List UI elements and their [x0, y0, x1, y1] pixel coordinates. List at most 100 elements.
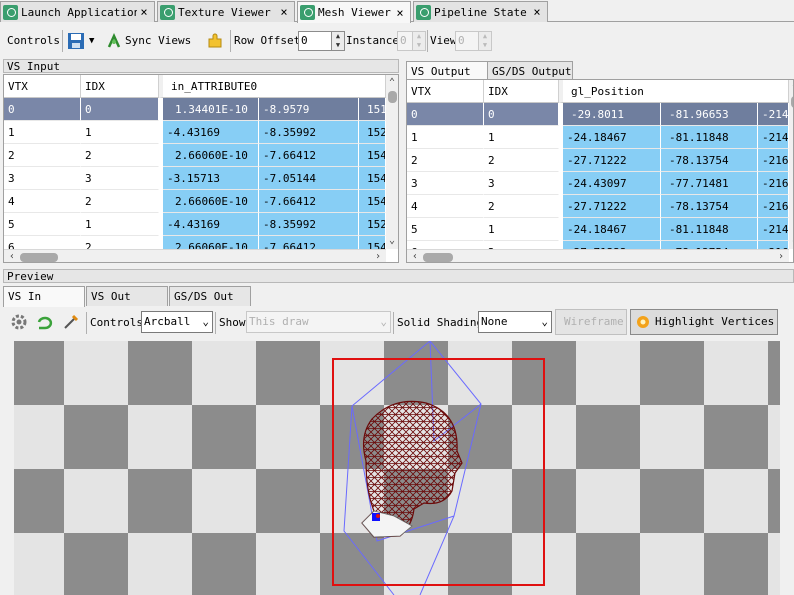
- vtx-cell: 0: [4, 98, 81, 121]
- table-row[interactable]: 1 1 -24.18467 -81.11848 -214: [407, 126, 789, 149]
- column-header[interactable]: in_ATTRIBUTE0: [159, 75, 386, 98]
- table-row[interactable]: 2 2 2.66060E-10 -7.66412 154: [4, 144, 386, 167]
- tab-label: Texture Viewer: [178, 5, 271, 19]
- scroll-up-icon[interactable]: ⌃: [789, 82, 793, 94]
- view-input[interactable]: 0: [455, 31, 479, 51]
- value-cell: 154: [359, 167, 386, 190]
- table-row[interactable]: 5 1 -4.43169 -8.35992 152: [4, 213, 386, 236]
- close-icon[interactable]: ×: [137, 5, 151, 19]
- toolbar-separator: [215, 312, 216, 334]
- tab-texture-viewer[interactable]: Texture Viewer ×: [157, 1, 295, 22]
- column-header[interactable]: IDX: [484, 80, 559, 103]
- scroll-left-icon[interactable]: ‹: [6, 251, 18, 262]
- tab-mesh-viewer[interactable]: Mesh Viewer ×: [297, 1, 411, 23]
- idx-cell: 1: [81, 213, 159, 236]
- table-row[interactable]: 3 3 -24.43097 -77.71481 -216: [407, 172, 789, 195]
- picker-icon[interactable]: [62, 313, 80, 331]
- vertical-scrollbar[interactable]: ⌃ ⌄: [789, 80, 793, 249]
- scrollbar-thumb[interactable]: [388, 91, 397, 103]
- preview-title: Preview: [3, 269, 794, 283]
- vtx-cell: 2: [407, 149, 484, 172]
- value-cell: 152: [359, 213, 386, 236]
- scroll-down-icon[interactable]: ⌄: [789, 235, 793, 247]
- preview-controls-label: Controls: [90, 316, 143, 329]
- save-icon[interactable]: [66, 31, 86, 51]
- chevron-down-icon: ⌄: [541, 315, 548, 328]
- tab-gsds-out[interactable]: GS/DS Out: [169, 286, 251, 306]
- horizontal-scrollbar[interactable]: ‹ ›: [407, 249, 789, 262]
- close-icon[interactable]: ×: [277, 5, 291, 19]
- tab-vs-out[interactable]: VS Out: [86, 286, 168, 306]
- column-header[interactable]: VTX: [407, 80, 484, 103]
- vs-output-table: VTX IDX gl_Position 0 0 -29.8011 -81.966…: [406, 79, 794, 263]
- vtx-cell: 1: [4, 121, 81, 144]
- table-row[interactable]: 2 2 -27.71222 -78.13754 -216: [407, 149, 789, 172]
- puzzle-icon[interactable]: [206, 32, 224, 50]
- table-row[interactable]: 3 3 -3.15713 -7.05144 154: [4, 167, 386, 190]
- idx-cell: 0: [484, 103, 559, 126]
- tab-launch-application[interactable]: Launch Application ×: [0, 1, 155, 22]
- scroll-right-icon[interactable]: ›: [372, 251, 384, 262]
- show-select[interactable]: This draw ⌄: [246, 311, 391, 333]
- tab-pipeline-state[interactable]: Pipeline State ×: [413, 1, 548, 22]
- scroll-down-icon[interactable]: ⌄: [386, 235, 398, 247]
- toolbar-separator: [62, 30, 63, 52]
- scroll-right-icon[interactable]: ›: [775, 251, 787, 262]
- tab-label: Mesh Viewer: [318, 6, 391, 19]
- table-row[interactable]: 5 1 -24.18467 -81.11848 -214: [407, 218, 789, 241]
- table-row[interactable]: 1 1 -4.43169 -8.35992 152: [4, 121, 386, 144]
- highlight-vertices-button[interactable]: Highlight Vertices: [630, 309, 778, 335]
- column-header[interactable]: gl_Position: [559, 80, 789, 103]
- value-cell: 154: [359, 190, 386, 213]
- value-cell: -214: [758, 126, 789, 149]
- value-cell: -24.43097: [563, 172, 661, 195]
- controls-select[interactable]: Arcball ⌄: [141, 311, 213, 333]
- value-cell: -4.43169: [163, 213, 259, 236]
- sync-views-button[interactable]: Sync Views: [125, 27, 191, 55]
- view-stepper[interactable]: ▲ ▼: [478, 31, 492, 51]
- tab-vs-in[interactable]: VS In: [3, 286, 85, 307]
- table-row[interactable]: 0 0 1.34401E-10 -8.9579 151: [4, 98, 386, 121]
- mesh-preview-viewport[interactable]: [14, 341, 794, 595]
- gear-icon[interactable]: [10, 313, 28, 331]
- scroll-left-icon[interactable]: ‹: [409, 251, 421, 262]
- table-row[interactable]: 4 2 -27.71222 -78.13754 -216: [407, 195, 789, 218]
- vtx-cell: 4: [4, 190, 81, 213]
- vtx-cell: 5: [4, 213, 81, 236]
- toolbar-separator: [427, 30, 428, 52]
- close-icon[interactable]: ×: [393, 6, 407, 20]
- idx-cell: 0: [81, 98, 159, 121]
- column-header[interactable]: IDX: [81, 75, 159, 98]
- row-offset-stepper[interactable]: ▲ ▼: [331, 31, 345, 51]
- scrollbar-thumb[interactable]: [423, 253, 453, 262]
- column-header[interactable]: VTX: [4, 75, 81, 98]
- value-cell: -7.66412: [259, 190, 359, 213]
- instance-stepper[interactable]: ▲ ▼: [412, 31, 426, 51]
- table-row[interactable]: 4 2 2.66060E-10 -7.66412 154: [4, 190, 386, 213]
- row-offset-input[interactable]: 0: [298, 31, 332, 51]
- table-row[interactable]: 0 0 -29.8011 -81.96653 -214: [407, 103, 789, 126]
- value-cell: -24.18467: [563, 218, 661, 241]
- wireframe-button[interactable]: Wireframe: [555, 309, 627, 335]
- scrollbar-thumb[interactable]: [20, 253, 58, 262]
- reset-icon[interactable]: [36, 313, 54, 331]
- idx-cell: 1: [484, 218, 559, 241]
- instance-input[interactable]: 0: [397, 31, 413, 51]
- value-cell: -78.13754: [661, 149, 758, 172]
- close-icon[interactable]: ×: [530, 5, 544, 19]
- solid-shading-value: None: [481, 315, 508, 328]
- scroll-up-icon[interactable]: ⌃: [386, 77, 398, 89]
- vtx-cell: 5: [407, 218, 484, 241]
- idx-cell: 1: [81, 121, 159, 144]
- horizontal-scrollbar[interactable]: ‹ ›: [4, 249, 386, 262]
- vertical-scrollbar[interactable]: ⌃ ⌄: [386, 75, 398, 249]
- idx-cell: 1: [484, 126, 559, 149]
- tab-gsds-output[interactable]: GS/DS Output: [487, 61, 573, 81]
- instance-label: Instance: [346, 34, 399, 47]
- renderdoc-tab-icon: [3, 4, 18, 20]
- value-cell: -214: [758, 103, 789, 126]
- solid-shading-select[interactable]: None ⌄: [478, 311, 552, 333]
- chevron-down-icon[interactable]: ▼: [89, 27, 94, 55]
- mesh-preview-canvas[interactable]: [14, 341, 794, 595]
- highlight-icon: [635, 314, 651, 330]
